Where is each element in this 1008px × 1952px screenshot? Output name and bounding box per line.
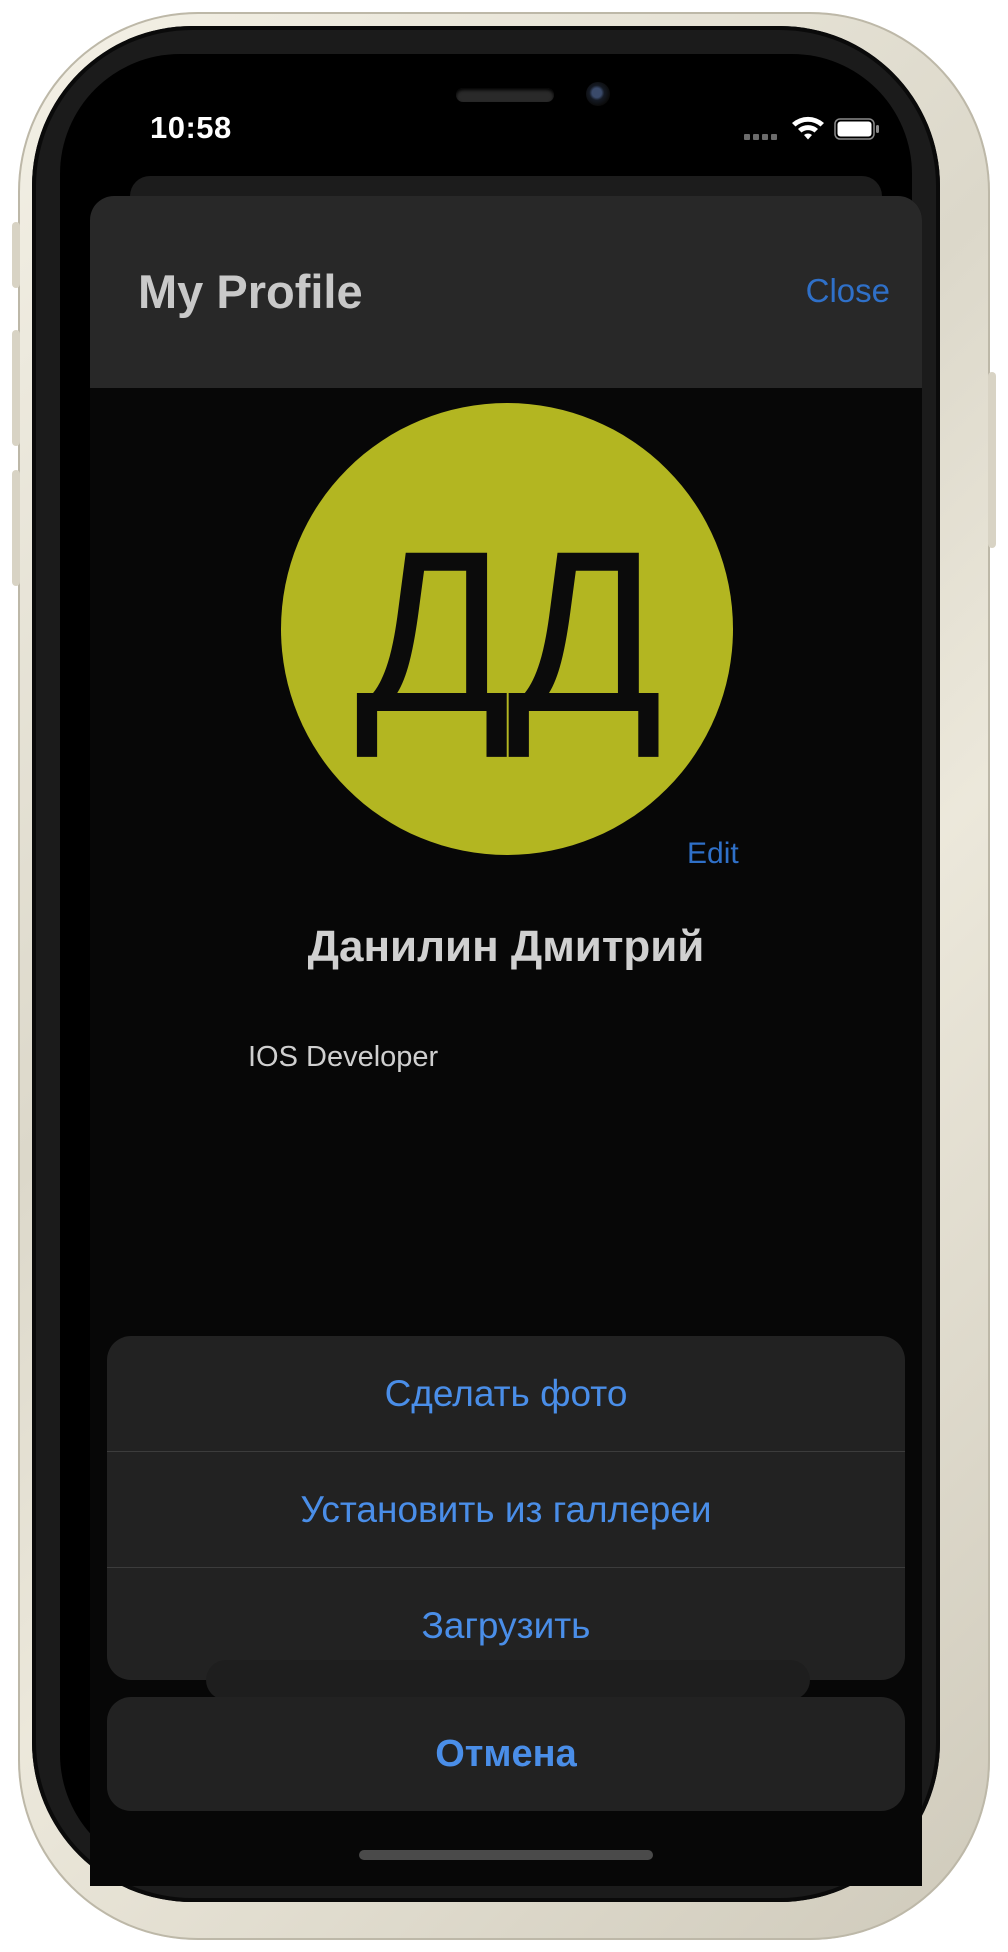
profile-full-name: Данилин Дмитрий [307, 922, 705, 971]
profile-job-title: IOS Developer [248, 1041, 439, 1073]
avatar[interactable]: ДД [281, 403, 733, 855]
page-title: My Profile [138, 265, 363, 318]
cellular-signal-icon [744, 132, 780, 140]
battery-icon [834, 118, 879, 140]
wifi-icon [792, 116, 824, 140]
action-button [12, 222, 20, 288]
cancel-button[interactable]: Отмена [107, 1697, 905, 1811]
front-camera [586, 82, 610, 106]
status-time: 10:58 [150, 110, 232, 145]
avatar-initials: ДД [355, 503, 663, 760]
volume-down-button [12, 470, 20, 586]
set-from-gallery-button[interactable]: Установить из галлереи [107, 1451, 905, 1567]
power-button [988, 372, 996, 548]
close-button[interactable]: Close [806, 272, 890, 310]
navigation-bar: My Profile Close [90, 196, 922, 388]
take-photo-button[interactable]: Сделать фото [107, 1336, 905, 1451]
edit-avatar-button[interactable]: Edit [687, 837, 739, 871]
underlying-content-peek [206, 1660, 810, 1700]
action-sheet: Сделать фото Установить из галлереи Загр… [107, 1336, 905, 1680]
home-indicator[interactable] [359, 1850, 653, 1860]
earpiece-speaker [456, 88, 554, 102]
volume-up-button [12, 330, 20, 446]
